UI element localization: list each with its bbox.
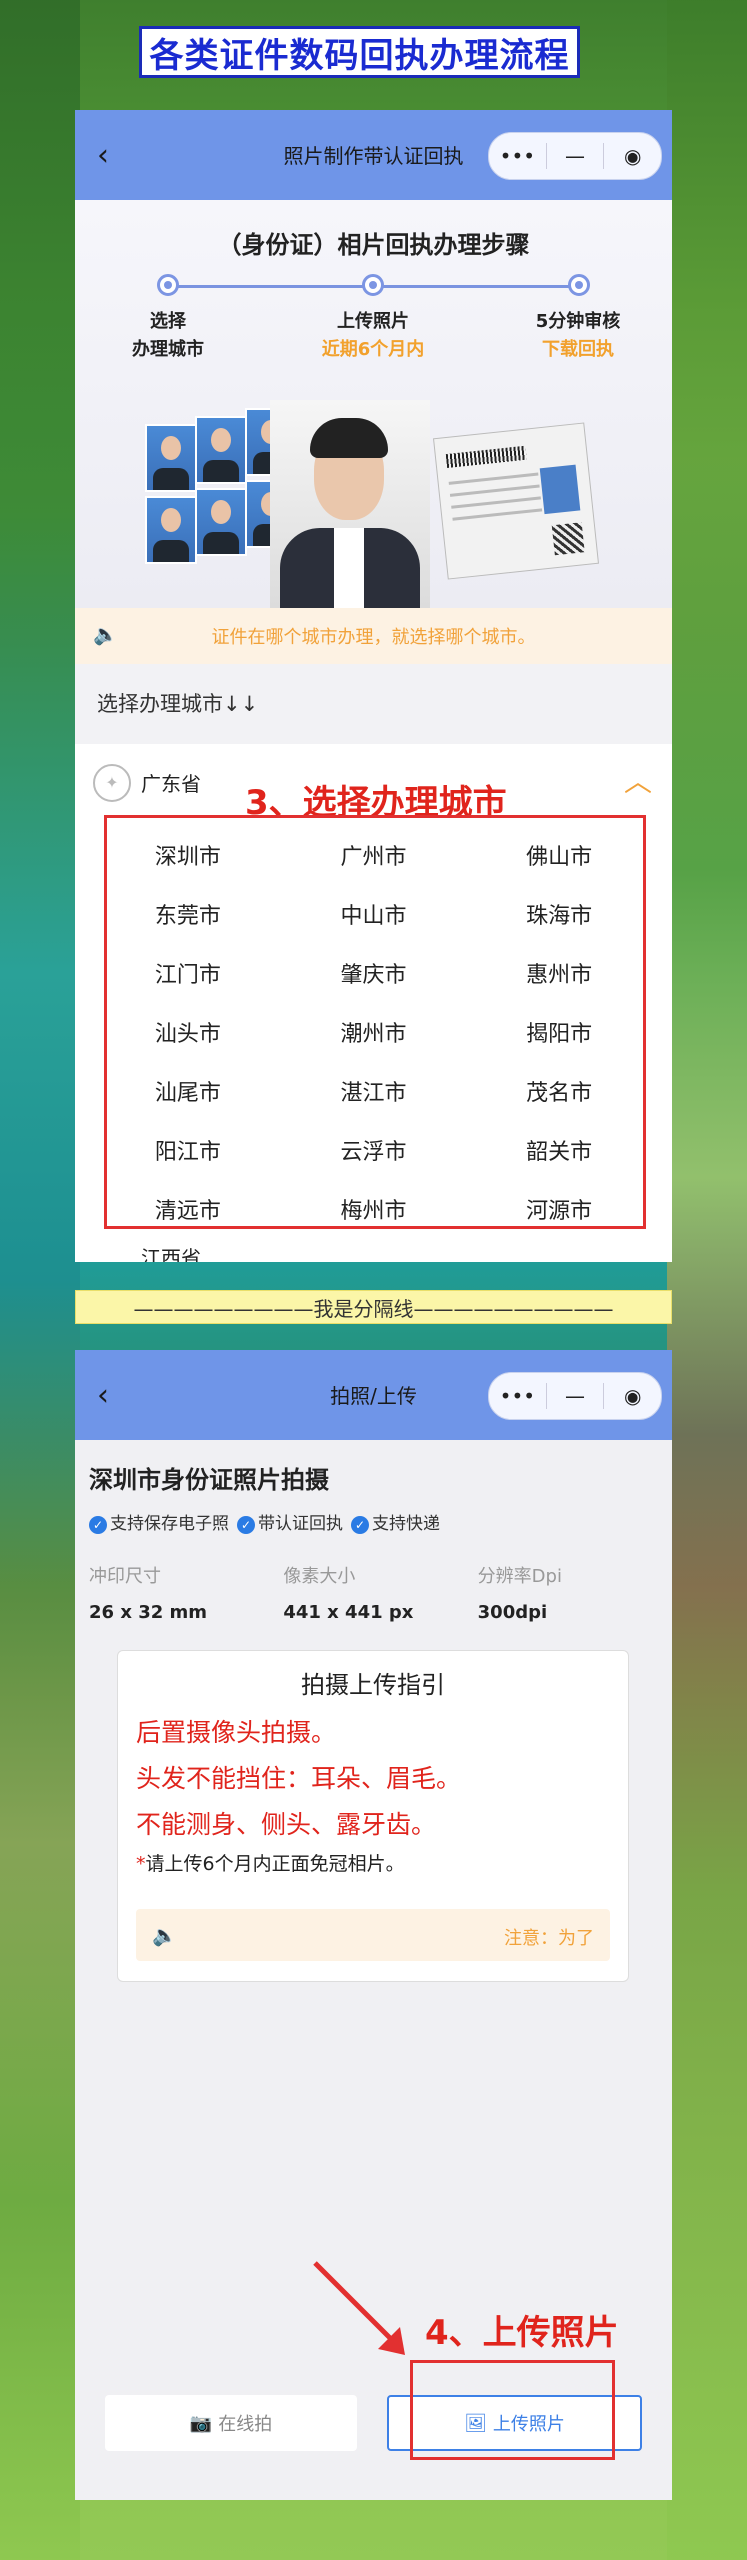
spec-pixel-size: 像素大小 441 x 441 px xyxy=(283,1562,477,1623)
highlight-box xyxy=(410,2360,615,2460)
feature-badge-label: 支持保存电子照 xyxy=(110,1514,229,1534)
chevron-up-icon[interactable]: ︿ xyxy=(624,760,652,800)
guide-line: 不能测身、侧头、露牙齿。 xyxy=(136,1810,437,1839)
divider-label: —————————我是分隔线—————————— xyxy=(75,1290,672,1324)
miniapp-capsule: ••• — ◉ xyxy=(488,1372,662,1420)
step-1-sub: 办理城市 xyxy=(132,339,204,360)
step-2-sub: 近期6个月内 xyxy=(321,339,425,360)
upload-guide-card: 拍摄上传指引 后置摄像头拍摄。 头发不能挡住：耳朵、眉毛。 不能测身、侧头、露牙… xyxy=(117,1650,629,1982)
more-icon[interactable]: ••• xyxy=(489,144,546,168)
step-2: 上传照片 近期6个月内 xyxy=(298,308,448,364)
feature-badge: ✓ 带认证回执 xyxy=(237,1509,343,1534)
notice-bar: 🔈 证件在哪个城市办理，就选择哪个城市。 xyxy=(75,608,672,664)
spec-value: 26 x 32 mm xyxy=(89,1602,208,1623)
photo-specs: 冲印尺寸 26 x 32 mm 像素大小 441 x 441 px 分辨率Dpi… xyxy=(75,1534,672,1623)
highlight-box xyxy=(104,815,646,1229)
close-target-icon[interactable]: ◉ xyxy=(604,144,661,168)
spec-value: 300dpi xyxy=(477,1602,548,1623)
id-photo-thumb xyxy=(145,424,197,492)
id-photo-thumb xyxy=(195,416,247,484)
miniapp-capsule: ••• — ◉ xyxy=(488,132,662,180)
more-icon[interactable]: ••• xyxy=(489,1384,546,1408)
check-icon: ✓ xyxy=(351,1516,369,1534)
province-badge-icon: ✦ xyxy=(93,764,131,802)
shoot-online-button[interactable]: 📷 在线拍 xyxy=(105,2395,357,2451)
required-star: * xyxy=(136,1853,146,1875)
step-3-title: 5分钟审核 xyxy=(535,311,621,332)
close-target-icon[interactable]: ◉ xyxy=(604,1384,661,1408)
page-title: 深圳市身份证照片拍摄 xyxy=(89,1466,329,1494)
step-3-sub: 下载回执 xyxy=(542,339,614,360)
spec-label: 像素大小 xyxy=(283,1566,356,1587)
banner-title: 各类证件数码回执办理流程 xyxy=(139,26,580,78)
guide-tip-bar: 🔈 注意：为了 xyxy=(136,1909,610,1961)
province-name: 广东省 xyxy=(141,772,201,796)
select-city-label: 选择办理城市↓↓ xyxy=(75,664,672,744)
minimize-icon[interactable]: — xyxy=(547,1384,604,1408)
nav-bar: ‹ 拍照/上传 ••• — ◉ xyxy=(75,1350,672,1440)
guide-note-text: 请上传6个月内正面免冠相片。 xyxy=(145,1853,405,1875)
feature-badge-label: 带认证回执 xyxy=(258,1514,343,1534)
feature-badges: ✓ 支持保存电子照 ✓ 带认证回执 ✓ 支持快递 xyxy=(75,1495,672,1534)
steps-heading: （身份证）相片回执办理步骤 xyxy=(217,231,530,259)
shoot-online-label: 在线拍 xyxy=(218,2414,273,2435)
step-1-title: 选择 xyxy=(150,311,186,332)
feature-badge: ✓ 支持快递 xyxy=(351,1509,440,1534)
feature-badge: ✓ 支持保存电子照 xyxy=(89,1509,229,1534)
guide-line: 后置摄像头拍摄。 xyxy=(136,1718,337,1747)
background-right xyxy=(667,0,747,2560)
spec-label: 分辨率Dpi xyxy=(477,1566,562,1587)
step-dot xyxy=(157,274,179,296)
guide-title: 拍摄上传指引 xyxy=(301,1671,445,1699)
speaker-icon: 🔈 xyxy=(152,1923,177,1947)
sample-receipt xyxy=(432,422,600,580)
sample-portrait xyxy=(270,400,430,608)
check-icon: ✓ xyxy=(89,1516,107,1534)
spec-label: 冲印尺寸 xyxy=(89,1566,161,1587)
id-photo-thumb xyxy=(195,488,247,556)
step-3: 5分钟审核 下载回执 xyxy=(503,308,653,364)
step-1: 选择 办理城市 xyxy=(93,308,243,364)
step-dot xyxy=(568,274,590,296)
nav-bar: ‹ 照片制作带认证回执 ••• — ◉ xyxy=(75,110,672,200)
province-row-next[interactable]: 江西省 xyxy=(75,1240,672,1262)
spec-print-size: 冲印尺寸 26 x 32 mm xyxy=(89,1562,283,1623)
minimize-icon[interactable]: — xyxy=(547,144,604,168)
guide-tip-text: 注意：为了 xyxy=(504,1928,594,1949)
id-photo-thumb xyxy=(145,496,197,564)
feature-badge-label: 支持快递 xyxy=(372,1514,440,1534)
step-dot xyxy=(362,274,384,296)
pointer-arrow-icon xyxy=(313,2261,405,2355)
guide-note: *请上传6个月内正面免冠相片。 xyxy=(118,1848,628,1880)
background-left xyxy=(0,0,80,2560)
province-name: 江西省 xyxy=(141,1246,201,1262)
notice-text: 证件在哪个城市办理，就选择哪个城市。 xyxy=(211,627,536,648)
spec-value: 441 x 441 px xyxy=(283,1602,414,1623)
steps-card: （身份证）相片回执办理步骤 选择 办理城市 上传照片 近期6个月内 5分钟审核 … xyxy=(75,200,672,608)
check-icon: ✓ xyxy=(237,1516,255,1534)
step-2-title: 上传照片 xyxy=(337,311,409,332)
annotation-step-4: 4、上传照片 xyxy=(425,2313,619,2353)
sample-photos xyxy=(135,400,615,608)
spec-dpi: 分辨率Dpi 300dpi xyxy=(478,1562,672,1623)
camera-icon: 📷 xyxy=(189,2412,213,2434)
guide-line: 头发不能挡住：耳朵、眉毛。 xyxy=(136,1764,462,1793)
